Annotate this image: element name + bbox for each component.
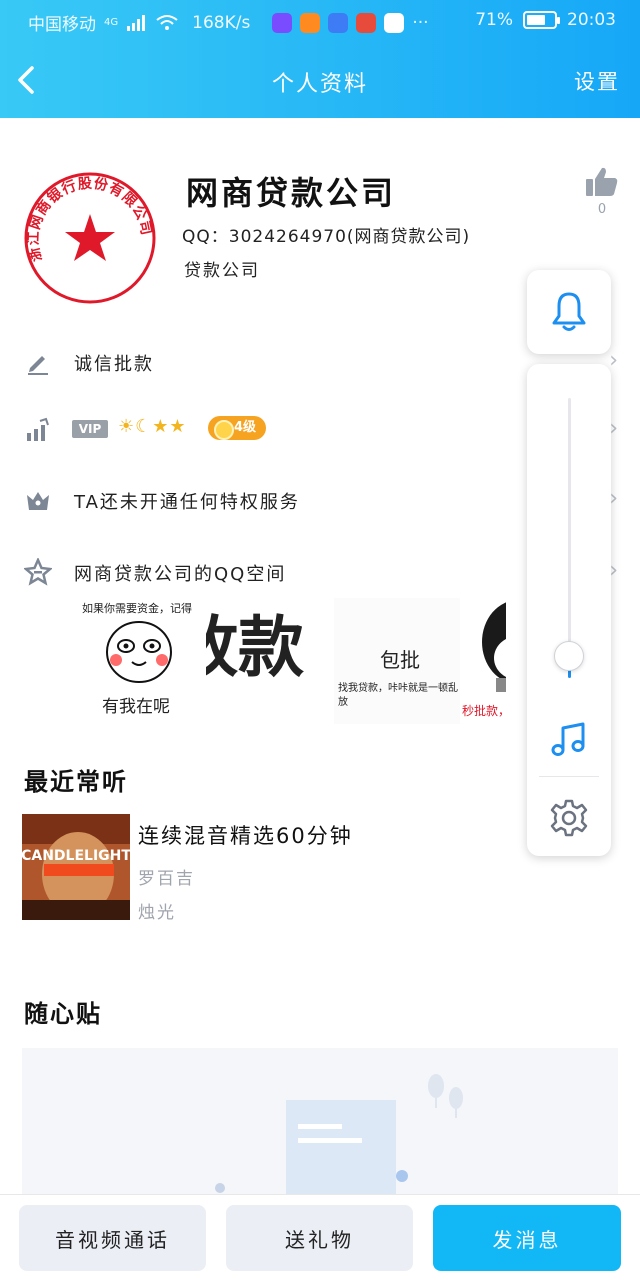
send-gift-button[interactable]: 送礼物 — [226, 1205, 413, 1271]
star-icon: ★ — [152, 416, 170, 437]
chevron-right-icon: › — [609, 348, 618, 373]
qzone-photos[interactable]: 如果你需要资金，记得 有我在呢 放款 包批 找我贷款，咔咔就是一顿乱放 秒批款， — [76, 598, 506, 724]
level-icons: ☀☾★★ — [118, 416, 187, 437]
profile-name: 网商贷款公司 — [186, 174, 397, 212]
carrier-text: 中国移动 — [28, 15, 96, 35]
photo-4[interactable]: 秒批款， — [462, 598, 506, 724]
photo-4-text: 秒批款， — [462, 704, 506, 718]
settings-button[interactable]: 设置 — [574, 66, 620, 96]
play-app-icon — [300, 12, 321, 33]
photo-2-text: 放款 — [206, 609, 304, 686]
photo-2[interactable]: 放款 — [206, 598, 334, 724]
network-speed: 168K/s — [192, 12, 251, 33]
battery-icon — [523, 11, 560, 29]
music-note-icon — [551, 722, 585, 756]
recent-music-title: 最近常听 — [24, 768, 128, 796]
level-badge: 4级 — [208, 416, 267, 440]
level-up-icon — [27, 417, 49, 441]
media-control-panel — [527, 364, 611, 856]
volume-slider-knob[interactable] — [554, 640, 584, 671]
game-app-icon — [356, 12, 377, 33]
signal-icon — [127, 14, 146, 31]
song-artist: 罗百吉 — [138, 869, 195, 889]
clock-time: 20:03 — [567, 10, 616, 30]
bell-icon — [552, 292, 586, 331]
vip-badge: VIP — [72, 420, 108, 438]
battery-level-fill — [527, 15, 545, 25]
song-album: 烛光 — [138, 903, 176, 923]
moon-icon: ☾ — [135, 416, 153, 437]
cartoon-girl-image — [482, 602, 506, 692]
like-count: 0 — [597, 202, 607, 217]
qq-number: QQ：3024264970(网商贷款公司) — [182, 227, 471, 247]
photo-1-caption-bottom: 有我在呢 — [102, 697, 170, 717]
sticky-notes-title: 随心贴 — [24, 1000, 102, 1028]
avatar[interactable]: 浙江网商银行股份有限公司 — [20, 168, 160, 308]
signature-text: 诚信批款 — [74, 354, 154, 375]
gear-icon — [550, 799, 588, 837]
company-seal-image: 浙江网商银行股份有限公司 — [24, 172, 156, 304]
photo-3-caption: 找我贷款，咔咔就是一顿乱放 — [338, 683, 458, 708]
empty-state-illustration — [215, 1074, 463, 1198]
qzone-star-icon — [24, 558, 52, 586]
photo-1[interactable]: 如果你需要资金，记得 有我在呢 — [76, 598, 204, 724]
map-app-icon — [384, 12, 405, 33]
song-title[interactable]: 连续混音精选60分钟 — [138, 820, 353, 850]
pencil-icon — [28, 356, 48, 375]
status-right: 71% 20:03 — [475, 10, 616, 30]
notification-bell-button[interactable] — [527, 270, 611, 354]
album-cover[interactable]: CANDLELIGHT — [22, 814, 130, 920]
photo-3-title: 包批 — [380, 648, 420, 672]
battery-percent: 71% — [475, 10, 513, 30]
title-bar: 个人资料 设置 — [0, 50, 640, 112]
like-button[interactable]: 0 — [584, 166, 620, 217]
photo-1-caption-top: 如果你需要资金，记得 — [82, 602, 192, 615]
av-call-button[interactable]: 音视频通话 — [19, 1205, 206, 1271]
more-notifications: ··· — [412, 12, 429, 33]
settings-gear-button[interactable] — [549, 798, 589, 838]
header: 中国移动 4G 168K/s ··· 71% 20:03 个人资料 设置 — [0, 0, 640, 118]
photo-3[interactable]: 包批 找我贷款，咔咔就是一顿乱放 — [334, 598, 460, 724]
page-title: 个人资料 — [271, 72, 368, 97]
sun-icon: ☀ — [118, 416, 136, 437]
sticky-notes-area[interactable] — [22, 1048, 618, 1198]
qzone-text: 网商贷款公司的QQ空间 — [74, 564, 287, 585]
video-app-icon — [272, 12, 293, 33]
music-button[interactable] — [549, 720, 589, 760]
thumbs-up-icon — [586, 167, 618, 196]
send-message-button[interactable]: 发消息 — [433, 1205, 621, 1271]
bottom-action-bar: 音视频通话 送礼物 发消息 — [0, 1194, 640, 1280]
album-art-title: CANDLELIGHT — [22, 848, 130, 864]
panel-divider — [539, 776, 599, 777]
status-bar: 中国移动 4G 168K/s ··· 71% 20:03 — [0, 0, 640, 44]
network-type: 4G — [104, 17, 119, 28]
wifi-icon — [156, 14, 178, 30]
privilege-text: TA还未开通任何特权服务 — [74, 492, 300, 513]
radio-app-icon — [328, 12, 349, 33]
cartoon-face-image — [106, 621, 172, 683]
album-art-image: CANDLELIGHT — [22, 814, 130, 920]
crown-icon — [27, 492, 49, 510]
profile-tagline: 贷款公司 — [184, 261, 260, 281]
volume-slider-track[interactable] — [568, 398, 571, 678]
star-icon: ★ — [169, 416, 187, 437]
status-left: 中国移动 4G 168K/s ··· — [28, 10, 429, 35]
